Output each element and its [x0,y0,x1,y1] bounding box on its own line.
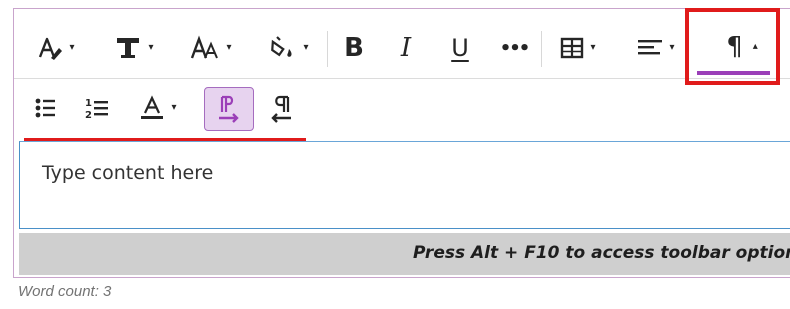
bold-button[interactable]: B [337,31,371,65]
underline-button[interactable]: U [443,31,477,65]
paint-bucket-icon [271,36,293,57]
toolbar-divider [327,31,328,67]
pen-a-icon [39,37,63,60]
font-family-button[interactable]: ▾ [110,33,158,63]
underline-icon: U [451,34,469,62]
chevron-down-icon: ▾ [69,42,75,53]
bullet-list-icon [35,98,55,118]
align-left-icon [638,40,663,55]
toolbar-row-1: ▾ ▾ ▾ ▾ B I U ••• ▾ ▾ ¶ ▴ [14,9,790,79]
word-count: Word count: 3 [18,283,112,300]
font-type-icon [117,38,140,58]
bold-icon: B [344,33,364,63]
numbered-list-icon: 1 2 [85,98,108,120]
font-size-icon [191,35,219,59]
chevron-down-icon: ▾ [148,42,154,53]
highlight-underline [24,138,306,141]
italic-icon: I [400,33,412,63]
chevron-down-icon: ▾ [303,42,309,53]
status-bar: Press Alt + F10 to access toolbar option… [19,233,790,275]
rtl-direction-icon [271,95,291,123]
chevron-down-icon: ▾ [226,42,232,53]
bulleted-list-button[interactable] [28,91,62,125]
table-icon [561,37,584,59]
insert-table-button[interactable]: ▾ [554,33,602,63]
more-formatting-button[interactable]: ••• [497,31,531,65]
ltr-direction-icon [219,95,239,123]
svg-text:1: 1 [85,98,92,109]
chevron-down-icon: ▾ [669,42,675,53]
fill-color-button[interactable]: ▾ [264,33,314,63]
chevron-down-icon: ▾ [590,42,596,53]
paragraph-style-button[interactable]: ▾ [32,33,80,63]
align-button[interactable]: ▾ [630,33,682,63]
highlight-box [685,8,780,85]
text-color-icon [141,95,164,119]
text-color-button[interactable]: ▾ [132,91,184,125]
status-bar-hint: Press Alt + F10 to access toolbar option… [413,243,790,263]
rtl-direction-button[interactable] [264,87,298,131]
chevron-down-icon: ▾ [171,102,177,113]
editor-content-text[interactable]: Type content here [42,162,213,184]
italic-button[interactable]: I [389,31,423,65]
toolbar-divider [541,31,542,67]
svg-text:2: 2 [85,110,92,120]
numbered-list-button[interactable]: 1 2 [80,91,114,125]
toolbar-row-2: 1 2 ▾ [14,79,790,141]
rich-text-editor: ▾ ▾ ▾ ▾ B I U ••• ▾ ▾ ¶ ▴ 1 2 ▾ Type con… [13,8,790,278]
ltr-direction-button[interactable] [204,87,254,131]
font-size-button[interactable]: ▾ [186,33,236,63]
editor-content-area[interactable]: Type content here [19,141,790,229]
more-horizontal-icon: ••• [499,37,530,59]
